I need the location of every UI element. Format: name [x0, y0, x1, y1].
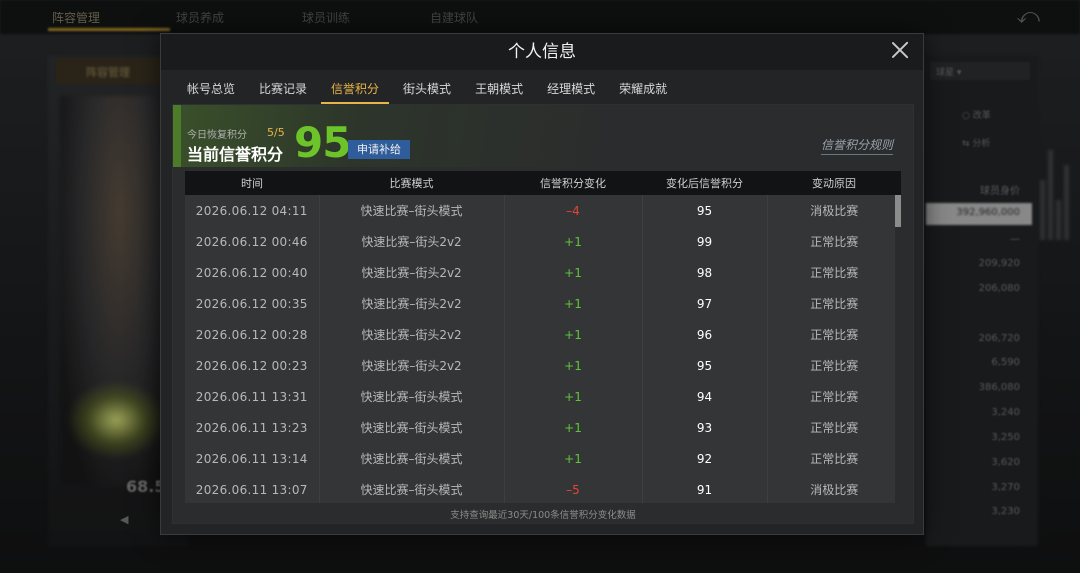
cell-change: +1	[504, 319, 643, 350]
cell-change: +1	[504, 412, 643, 443]
cell-change: +1	[504, 257, 643, 288]
column-header-mode: 比赛模式	[319, 171, 504, 195]
tab-manager-mode[interactable]: 经理模式	[535, 78, 607, 104]
cell-after: 97	[642, 288, 768, 319]
today-recovery-label: 今日恢复积分	[187, 130, 247, 141]
table-row: 2026.06.12 00:35 快速比赛–街头2v2 +1 97 正常比赛	[185, 288, 901, 319]
cell-mode: 快速比赛–街头2v2	[319, 350, 505, 381]
cell-change: +1	[504, 381, 643, 412]
tab-honor-achievements[interactable]: 荣耀成就	[607, 78, 679, 104]
credit-banner: 今日恢复积分 5/5 当前信誉积分 95 申请补给 信誉积分规则	[173, 105, 913, 167]
cell-mode: 快速比赛–街头2v2	[319, 319, 505, 350]
cell-time: 2026.06.12 00:35	[185, 288, 320, 319]
cell-reason: 正常比赛	[810, 266, 859, 280]
credit-history-table: 时间 比赛模式 信誉积分变化 变化后信誉积分 变动原因 2026.06.12 0…	[185, 171, 901, 503]
cell-mode: 快速比赛–街头模式	[319, 474, 505, 503]
cell-after: 96	[642, 319, 768, 350]
modal-header: 个人信息	[161, 34, 923, 70]
tab-match-records[interactable]: 比赛记录	[247, 78, 319, 104]
modal-tabs: 帐号总览 比赛记录 信誉积分 街头模式 王朝模式 经理模式 荣耀成就	[175, 78, 679, 104]
cell-change: +1	[504, 443, 643, 474]
cell-mode: 快速比赛–街头2v2	[319, 257, 505, 288]
cell-change: +1	[504, 288, 643, 319]
cell-reason: 正常比赛	[810, 297, 859, 311]
cell-reason: 正常比赛	[810, 390, 859, 404]
cell-change: +1	[504, 350, 643, 381]
cell-reason: 消极比赛	[810, 204, 859, 218]
cell-after: 95	[642, 350, 768, 381]
table-row: 2026.06.12 04:11 快速比赛–街头模式 –4 95 消极比赛	[185, 195, 901, 226]
cell-time: 2026.06.12 00:46	[185, 226, 320, 257]
table-row: 2026.06.11 13:23 快速比赛–街头模式 +1 93 正常比赛	[185, 412, 901, 443]
column-header-reason: 变动原因	[767, 171, 901, 195]
table-row: 2026.06.11 13:14 快速比赛–街头模式 +1 92 正常比赛	[185, 443, 901, 474]
cell-change: –4	[504, 195, 643, 226]
cell-mode: 快速比赛–街头模式	[319, 443, 505, 474]
cell-change: –5	[504, 474, 643, 503]
cell-reason: 正常比赛	[810, 359, 859, 373]
cell-reason: 正常比赛	[810, 452, 859, 466]
cell-time: 2026.06.11 13:31	[185, 381, 320, 412]
cell-time: 2026.06.12 00:23	[185, 350, 320, 381]
table-header-row: 时间 比赛模式 信誉积分变化 变化后信誉积分 变动原因	[185, 171, 901, 195]
cell-time: 2026.06.11 13:07	[185, 474, 320, 503]
cell-after: 92	[642, 443, 768, 474]
cell-reason: 消极比赛	[810, 483, 859, 497]
cell-mode: 快速比赛–街头模式	[319, 381, 505, 412]
cell-time: 2026.06.12 04:11	[185, 195, 320, 226]
table-row: 2026.06.12 00:28 快速比赛–街头2v2 +1 96 正常比赛	[185, 319, 901, 350]
personal-info-modal: 个人信息 帐号总览 比赛记录 信誉积分 街头模式 王朝模式 经理模式 荣耀成就 …	[160, 33, 924, 535]
cell-reason: 正常比赛	[810, 421, 859, 435]
column-header-change: 信誉积分变化	[504, 171, 642, 195]
cell-after: 93	[642, 412, 768, 443]
table-row: 2026.06.12 00:23 快速比赛–街头2v2 +1 95 正常比赛	[185, 350, 901, 381]
credit-rules-link[interactable]: 信誉积分规则	[820, 136, 893, 155]
cell-mode: 快速比赛–街头2v2	[319, 288, 505, 319]
cell-mode: 快速比赛–街头模式	[319, 195, 505, 226]
table-row: 2026.06.11 13:07 快速比赛–街头模式 –5 91 消极比赛	[185, 474, 901, 503]
table-row: 2026.06.12 00:40 快速比赛–街头2v2 +1 98 正常比赛	[185, 257, 901, 288]
apply-supply-button[interactable]: 申请补给	[348, 140, 410, 159]
cell-reason: 正常比赛	[810, 235, 859, 249]
cell-mode: 快速比赛–街头模式	[319, 412, 505, 443]
tab-credit-score[interactable]: 信誉积分	[319, 78, 391, 104]
tab-account-overview[interactable]: 帐号总览	[175, 78, 247, 104]
cell-after: 98	[642, 257, 768, 288]
cell-after: 95	[642, 195, 768, 226]
current-credit-score: 95	[294, 118, 351, 167]
cell-time: 2026.06.11 13:23	[185, 412, 320, 443]
current-credit-label: 当前信誉积分	[187, 145, 284, 164]
cell-after: 99	[642, 226, 768, 257]
column-header-time: 时间	[185, 171, 319, 195]
cell-mode: 快速比赛–街头2v2	[319, 226, 505, 257]
credit-score-panel: 今日恢复积分 5/5 当前信誉积分 95 申请补给 信誉积分规则 时间 比赛模式…	[172, 104, 914, 524]
cell-time: 2026.06.12 00:40	[185, 257, 320, 288]
modal-title: 个人信息	[508, 42, 576, 62]
cell-time: 2026.06.12 00:28	[185, 319, 320, 350]
cell-after: 91	[642, 474, 768, 503]
table-row: 2026.06.12 00:46 快速比赛–街头2v2 +1 99 正常比赛	[185, 226, 901, 257]
cell-time: 2026.06.11 13:14	[185, 443, 320, 474]
column-header-after: 变化后信誉积分	[642, 171, 767, 195]
scrollbar-thumb[interactable]	[895, 195, 901, 227]
cell-reason: 正常比赛	[810, 328, 859, 342]
today-recovery-count: 5/5	[267, 126, 285, 139]
tab-dynasty-mode[interactable]: 王朝模式	[463, 78, 535, 104]
close-icon[interactable]	[891, 41, 909, 59]
cell-after: 94	[642, 381, 768, 412]
table-scrollbar[interactable]	[895, 195, 901, 503]
query-limit-note: 支持查询最近30天/100条信誉积分变化数据	[450, 510, 636, 521]
table-row: 2026.06.11 13:31 快速比赛–街头模式 +1 94 正常比赛	[185, 381, 901, 412]
cell-change: +1	[504, 226, 643, 257]
tab-street-mode[interactable]: 街头模式	[391, 78, 463, 104]
